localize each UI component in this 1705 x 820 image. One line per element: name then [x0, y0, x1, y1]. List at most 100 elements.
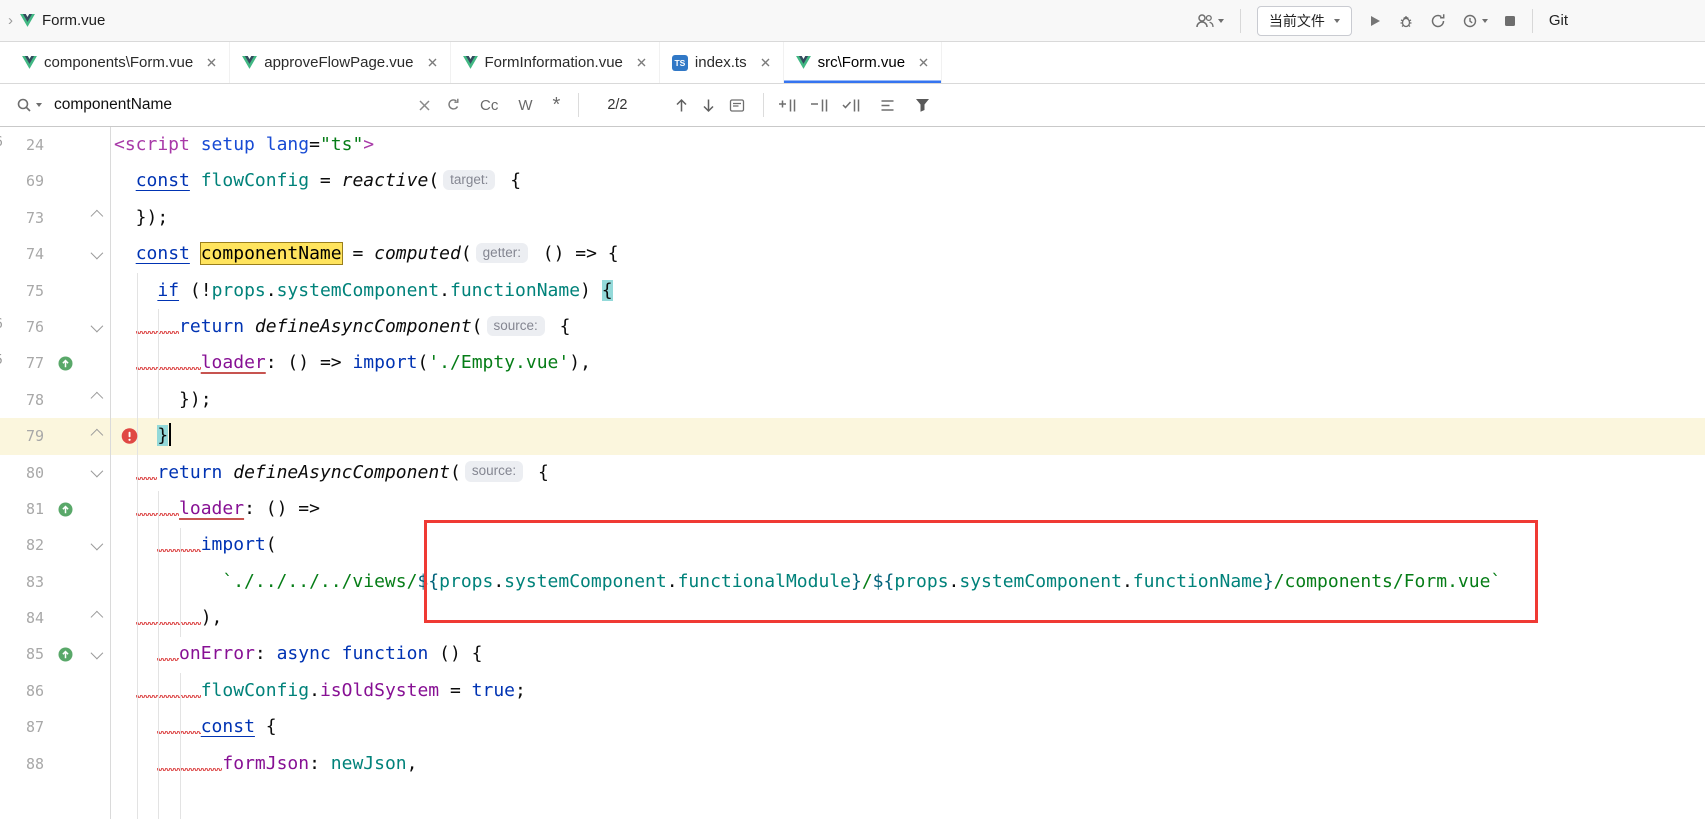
search-history-icon[interactable]: [445, 98, 460, 112]
line-number[interactable]: 86: [0, 673, 50, 709]
fold-icon[interactable]: [90, 247, 103, 260]
line-number[interactable]: 82: [0, 527, 50, 563]
git-widget[interactable]: Git: [1549, 12, 1568, 29]
fold-icon[interactable]: [90, 210, 103, 223]
code-text[interactable]: flowConfig.isOldSystem = true;: [110, 673, 1705, 709]
fold-icon[interactable]: [90, 647, 103, 660]
filter-icon[interactable]: [915, 98, 930, 112]
gutter-change-icon[interactable]: [58, 502, 73, 517]
code-line[interactable]: 69 const flowConfig = reactive(target: {: [0, 163, 1705, 199]
run-config-selector[interactable]: 当前文件: [1257, 6, 1352, 36]
fold-icon[interactable]: [90, 465, 103, 478]
line-number[interactable]: 69: [0, 163, 50, 199]
code-line[interactable]: 74 const componentName = computed(getter…: [0, 236, 1705, 272]
code-line[interactable]: 24 <script setup lang="ts">: [0, 127, 1705, 163]
fold-icon[interactable]: [90, 392, 103, 405]
coverage-icon[interactable]: [1430, 13, 1446, 29]
gutter-change-icon[interactable]: [58, 356, 73, 371]
stop-icon[interactable]: [1504, 15, 1516, 27]
code-line[interactable]: 75 if (!props.systemComponent.functionNa…: [0, 273, 1705, 309]
code-line[interactable]: 88 formJson: newJson,: [0, 746, 1705, 782]
code-text[interactable]: return defineAsyncComponent(source: {: [110, 455, 1705, 491]
editor-tab[interactable]: TS index.ts: [660, 42, 784, 83]
line-number[interactable]: 83: [0, 564, 50, 600]
previous-occurrence-icon[interactable]: [675, 98, 688, 113]
code-text[interactable]: }: [110, 418, 1705, 454]
code-text[interactable]: if (!props.systemComponent.functionName)…: [110, 273, 1705, 309]
line-number[interactable]: 80: [0, 455, 50, 491]
gutter-change-icon[interactable]: [58, 647, 73, 662]
code-line[interactable]: 78 });: [0, 382, 1705, 418]
fold-area[interactable]: [80, 527, 110, 563]
tab-close-icon[interactable]: [760, 57, 771, 68]
code-text[interactable]: });: [110, 382, 1705, 418]
fold-area[interactable]: [80, 345, 110, 381]
fold-area[interactable]: [80, 636, 110, 672]
line-number[interactable]: 73: [0, 200, 50, 236]
editor-tab[interactable]: TS src\Form.vue: [784, 42, 943, 83]
code-line[interactable]: 86 flowConfig.isOldSystem = true;: [0, 673, 1705, 709]
fold-area[interactable]: [80, 382, 110, 418]
code-text[interactable]: formJson: newJson,: [110, 746, 1705, 782]
line-number[interactable]: 76: [0, 309, 50, 345]
code-text[interactable]: const flowConfig = reactive(target: {: [110, 163, 1705, 199]
editor-tab[interactable]: TS components\Form.vue: [10, 42, 230, 83]
line-number[interactable]: 75: [0, 273, 50, 309]
line-number[interactable]: 85: [0, 636, 50, 672]
fold-icon[interactable]: [90, 319, 103, 332]
code-line[interactable]: 76 return defineAsyncComponent(source: {: [0, 309, 1705, 345]
profiler-icon[interactable]: [1462, 13, 1488, 29]
match-case-toggle[interactable]: Cc: [480, 97, 498, 114]
fold-area[interactable]: [80, 491, 110, 527]
code-line[interactable]: 73 });: [0, 200, 1705, 236]
line-number[interactable]: 78: [0, 382, 50, 418]
line-number[interactable]: 79: [0, 418, 50, 454]
code-line[interactable]: 77 loader: () => import('./Empty.vue'),: [0, 345, 1705, 381]
code-line[interactable]: 87 const {: [0, 709, 1705, 745]
code-line[interactable]: 80 return defineAsyncComponent(source: {: [0, 455, 1705, 491]
fold-icon[interactable]: [90, 538, 103, 551]
line-number[interactable]: 24: [0, 127, 50, 163]
fold-area[interactable]: [80, 600, 110, 636]
search-in-selection-icon[interactable]: [729, 98, 745, 113]
next-occurrence-icon[interactable]: [702, 98, 715, 113]
fold-area[interactable]: [80, 200, 110, 236]
code-text[interactable]: const {: [110, 709, 1705, 745]
code-line[interactable]: 79 }: [0, 418, 1705, 454]
editor-tab[interactable]: TS FormInformation.vue: [451, 42, 660, 83]
fold-area[interactable]: [80, 418, 110, 454]
code-text[interactable]: onError: async function () {: [110, 636, 1705, 672]
code-text[interactable]: });: [110, 200, 1705, 236]
tab-close-icon[interactable]: [427, 57, 438, 68]
regex-toggle[interactable]: *: [553, 100, 561, 110]
code-text[interactable]: return defineAsyncComponent(source: {: [110, 309, 1705, 345]
line-number[interactable]: 77: [0, 345, 50, 381]
find-input[interactable]: [52, 95, 404, 115]
breadcrumb-chevron-icon[interactable]: ›: [8, 12, 13, 29]
search-icon[interactable]: [16, 97, 42, 113]
fold-area[interactable]: [80, 127, 110, 163]
line-number[interactable]: 81: [0, 491, 50, 527]
filter-lines-icon[interactable]: [880, 99, 895, 112]
remove-occurrence-icon[interactable]: [810, 98, 828, 113]
fold-icon[interactable]: [90, 610, 103, 623]
run-icon[interactable]: [1368, 14, 1382, 28]
fold-icon[interactable]: [90, 429, 103, 442]
editor-tab[interactable]: TS approveFlowPage.vue: [230, 42, 450, 83]
fold-area[interactable]: [80, 564, 110, 600]
tab-close-icon[interactable]: [636, 57, 647, 68]
code-text[interactable]: loader: () => import('./Empty.vue'),: [110, 345, 1705, 381]
code-with-me-icon[interactable]: [1196, 13, 1224, 29]
clear-icon[interactable]: [418, 99, 431, 112]
code-text[interactable]: <script setup lang="ts">: [110, 127, 1705, 163]
fold-area[interactable]: [80, 709, 110, 745]
code-line[interactable]: 85 onError: async function () {: [0, 636, 1705, 672]
fold-area[interactable]: [80, 746, 110, 782]
tab-close-icon[interactable]: [206, 57, 217, 68]
fold-area[interactable]: [80, 455, 110, 491]
code-text[interactable]: const componentName = computed(getter: (…: [110, 236, 1705, 272]
fold-area[interactable]: [80, 673, 110, 709]
line-number[interactable]: 87: [0, 709, 50, 745]
fold-area[interactable]: [80, 163, 110, 199]
line-number[interactable]: 88: [0, 746, 50, 782]
